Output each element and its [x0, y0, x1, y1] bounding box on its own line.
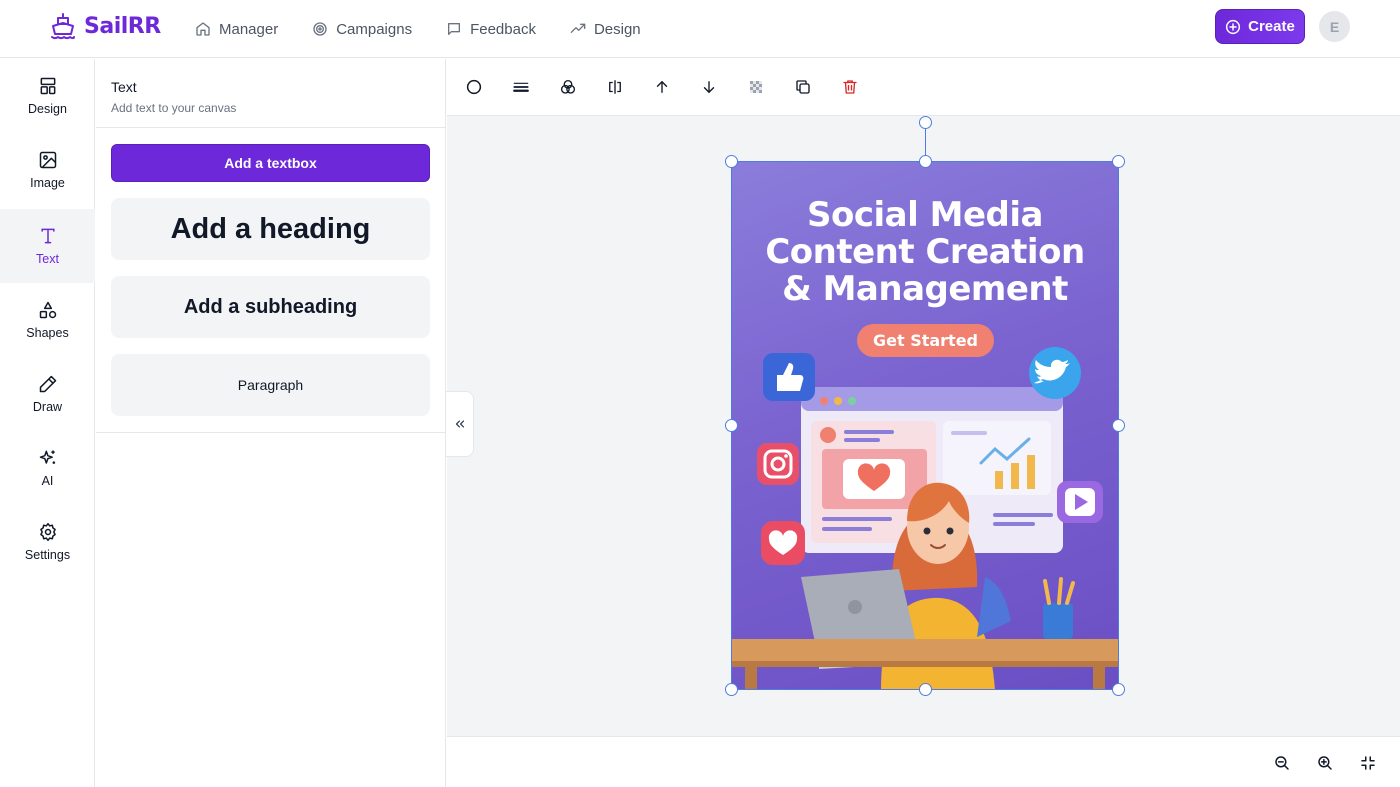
gear-icon — [39, 522, 56, 542]
target-icon — [313, 22, 327, 36]
trash-icon — [843, 80, 857, 94]
rail-label: Text — [36, 252, 59, 266]
brand-name: SailRR — [84, 13, 161, 39]
lines-icon — [513, 82, 529, 92]
resize-handle-top-left[interactable] — [725, 155, 738, 168]
arrow-up-icon — [656, 81, 668, 93]
add-subheading-button[interactable]: Add a subheading — [111, 276, 430, 338]
nav-item-design[interactable]: Design — [570, 21, 641, 38]
shape-tool-button[interactable] — [464, 77, 484, 97]
resize-handle-bottom[interactable] — [919, 683, 932, 696]
poster-title-line: Social Media — [807, 195, 1043, 235]
resize-handle-top[interactable] — [919, 155, 932, 168]
brand[interactable]: SailRR — [50, 12, 161, 40]
panel-header: Text Add text to your canvas — [96, 59, 446, 128]
rail-label: Settings — [24, 548, 71, 562]
resize-handle-top-right[interactable] — [1112, 155, 1125, 168]
canvas-footer — [447, 736, 1400, 787]
create-label: Create — [1248, 18, 1295, 35]
resize-handle-right[interactable] — [1112, 419, 1125, 432]
rail-item-text[interactable]: Text — [0, 209, 95, 283]
nav-item-campaigns[interactable]: Campaigns — [312, 21, 412, 38]
rail-label: AI — [41, 474, 54, 488]
delete-button[interactable] — [840, 77, 860, 97]
resize-handle-bottom-left[interactable] — [725, 683, 738, 696]
zoom-out-icon[interactable] — [1273, 754, 1291, 772]
panel-subtitle: Add text to your canvas — [111, 101, 237, 115]
rail-item-image[interactable]: Image — [0, 133, 95, 207]
bring-forward-button[interactable] — [652, 77, 672, 97]
zoom-in-icon[interactable] — [1316, 754, 1334, 772]
poster-illustration — [731, 347, 1119, 690]
create-button[interactable]: Create — [1215, 9, 1305, 44]
rotate-handle[interactable] — [919, 116, 932, 129]
pencil-icon — [39, 375, 56, 393]
poster-title-line: & Management — [782, 269, 1068, 309]
nav-label: Manager — [219, 20, 279, 38]
instagram-badge-illustration — [757, 443, 799, 485]
stroke-width-button[interactable] — [511, 77, 531, 97]
play-badge-illustration — [1057, 481, 1103, 523]
poster-title[interactable]: Social Media Content Creation & Manageme… — [731, 197, 1119, 308]
flip-button[interactable] — [605, 77, 625, 97]
nav-item-manager[interactable]: Manager — [195, 21, 278, 38]
image-icon — [39, 151, 56, 169]
panel-title: Text — [111, 79, 137, 95]
duplicate-button[interactable] — [793, 77, 813, 97]
rail-label: Draw — [32, 400, 63, 414]
main-nav: Manager Campaigns Feedback Design — [195, 0, 641, 58]
resize-handle-left[interactable] — [725, 419, 738, 432]
layout-icon — [40, 77, 55, 95]
nav-item-feedback[interactable]: Feedback — [446, 21, 536, 38]
blend-circles-icon — [560, 79, 576, 94]
add-heading-button[interactable]: Add a heading — [111, 198, 430, 260]
add-textbox-button[interactable]: Add a textbox — [111, 144, 430, 182]
add-paragraph-button[interactable]: Paragraph — [111, 354, 430, 416]
message-icon — [448, 23, 461, 35]
flip-icon — [609, 80, 621, 94]
avatar[interactable]: E — [1319, 11, 1350, 42]
thumbs-up-badge-illustration — [763, 353, 815, 401]
poster-title-line: Content Creation — [765, 232, 1085, 272]
transparency-button[interactable] — [746, 77, 766, 97]
send-backward-button[interactable] — [699, 77, 719, 97]
blend-button[interactable] — [558, 77, 578, 97]
home-icon — [196, 22, 210, 36]
sparkles-icon — [39, 450, 55, 464]
arrow-down-icon — [703, 81, 715, 93]
tool-rail: Design Image Text Shapes Draw AI Setting… — [0, 59, 95, 787]
checkerboard-icon — [750, 81, 762, 93]
top-bar: SailRR Manager Campaigns Feedback Design… — [0, 0, 1400, 58]
rail-item-design[interactable]: Design — [0, 59, 95, 133]
type-icon — [40, 228, 55, 244]
collapse-panel-button[interactable] — [446, 391, 474, 457]
nav-label: Feedback — [470, 20, 536, 38]
rail-item-draw[interactable]: Draw — [0, 357, 95, 431]
rail-label: Shapes — [26, 326, 69, 340]
nav-label: Campaigns — [336, 20, 413, 38]
chevrons-left-icon — [455, 420, 464, 428]
poster-artboard[interactable]: Social Media Content Creation & Manageme… — [731, 161, 1119, 690]
rail-item-ai[interactable]: AI — [0, 431, 95, 505]
rail-item-shapes[interactable]: Shapes — [0, 283, 95, 357]
text-panel: Text Add text to your canvas Add a textb… — [96, 59, 446, 787]
shapes-icon — [39, 301, 56, 319]
canvas-toolbar — [447, 59, 1400, 116]
panel-divider — [96, 432, 446, 433]
nav-label: Design — [593, 20, 641, 38]
rail-item-settings[interactable]: Settings — [0, 505, 95, 579]
pen-cup-illustration — [1043, 577, 1075, 639]
fit-screen-icon[interactable] — [1359, 754, 1377, 772]
heart-badge-illustration — [761, 521, 805, 565]
plus-circle-icon — [1226, 19, 1241, 34]
ship-icon — [51, 13, 75, 40]
twitter-badge-illustration — [1029, 347, 1081, 399]
rail-label: Design — [28, 102, 67, 116]
circle-icon — [466, 79, 482, 95]
resize-handle-bottom-right[interactable] — [1112, 683, 1125, 696]
copy-icon — [796, 80, 810, 94]
rail-label: Image — [30, 176, 65, 190]
trending-icon — [570, 23, 586, 33]
